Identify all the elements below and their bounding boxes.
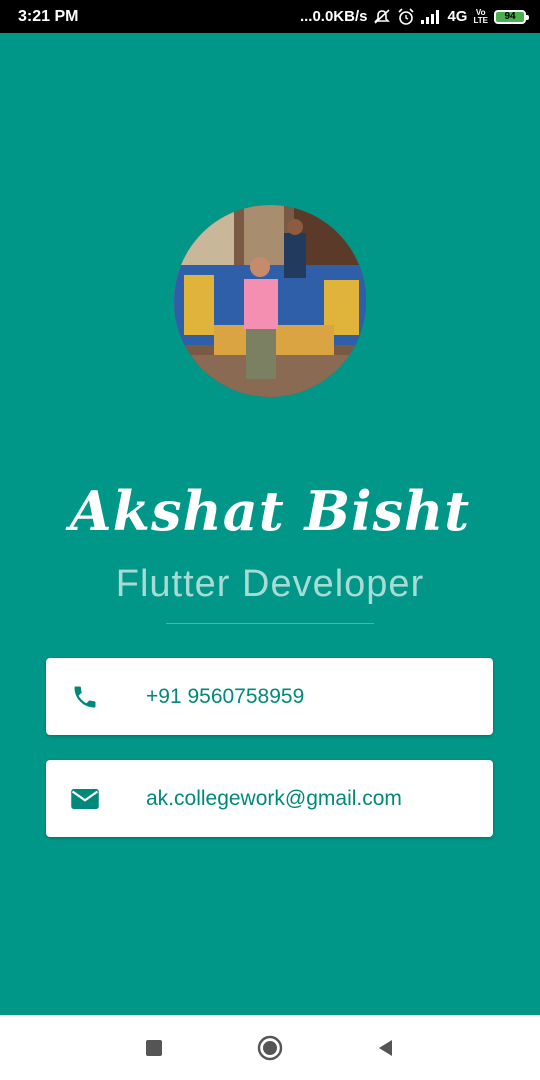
phone-card[interactable]: +91 9560758959	[46, 658, 493, 735]
profile-screen: Akshat Bisht Flutter Developer +91 95607…	[0, 33, 540, 1015]
network-type: 4G	[447, 8, 468, 25]
phone-number: +91 9560758959	[146, 684, 305, 708]
mute-icon	[373, 8, 391, 25]
triangle-back-icon[interactable]	[371, 1033, 401, 1063]
battery-level: 94	[504, 11, 516, 22]
battery-icon: 94	[494, 9, 529, 24]
avatar	[174, 205, 366, 397]
email-address: ak.collegework@gmail.com	[146, 786, 402, 810]
divider	[166, 623, 374, 624]
alarm-icon	[397, 7, 415, 26]
network-speed: ...0.0KB/s	[299, 8, 368, 25]
status-bar: 3:21 PM ...0.0KB/s 4G Vo LTE 94	[0, 0, 540, 33]
phone-icon	[46, 683, 146, 711]
profile-name: Akshat Bisht	[69, 479, 471, 543]
square-recent-icon[interactable]	[139, 1033, 169, 1063]
email-card[interactable]: ak.collegework@gmail.com	[46, 760, 493, 837]
circle-home-icon[interactable]	[255, 1033, 285, 1063]
volte-bottom: LTE	[473, 15, 488, 25]
signal-icon	[421, 9, 441, 24]
profile-title: Flutter Developer	[115, 563, 425, 605]
navigation-bar	[0, 1015, 540, 1080]
status-time: 3:21 PM	[18, 7, 79, 25]
profile-photo	[174, 205, 366, 397]
status-icons: ...0.0KB/s 4G Vo LTE 94	[299, 7, 529, 26]
email-icon	[46, 786, 146, 812]
volte-indicator: Vo LTE	[473, 8, 488, 25]
